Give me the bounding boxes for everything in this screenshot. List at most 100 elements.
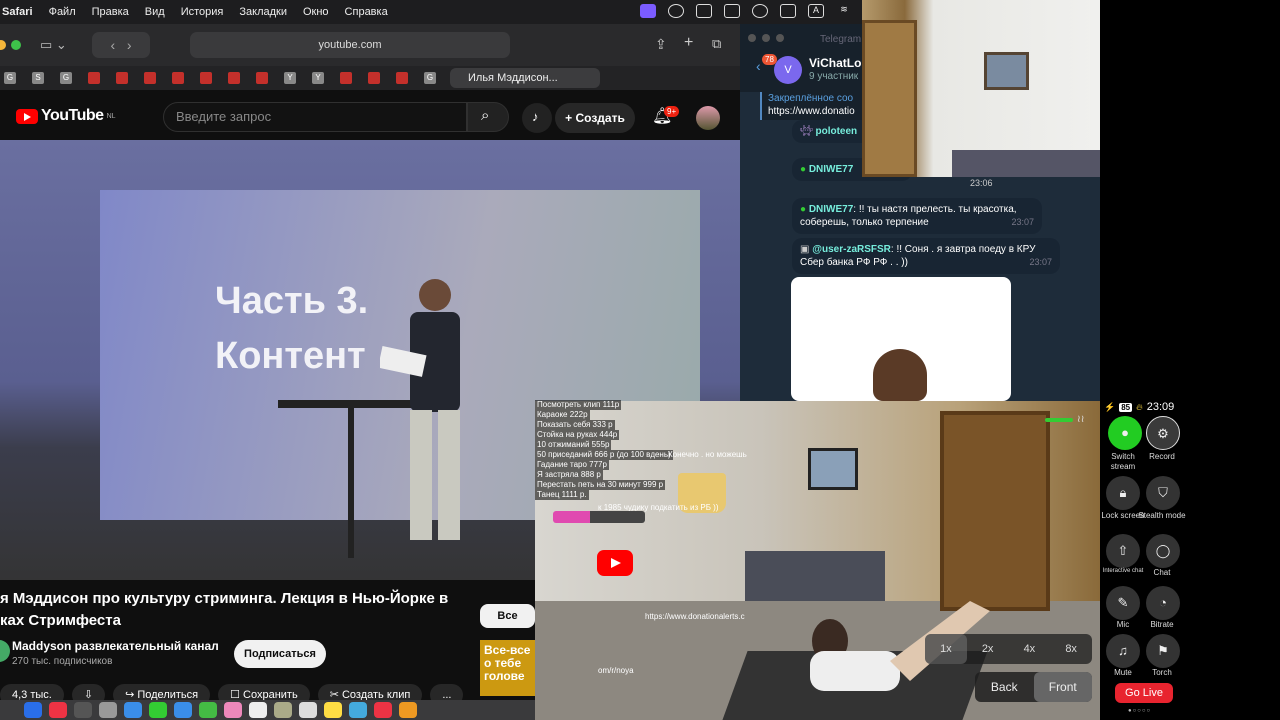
frog-icon[interactable]: ● — [1108, 416, 1142, 450]
menu-help[interactable]: Справка — [345, 6, 388, 18]
display-icon[interactable] — [724, 4, 740, 18]
zoom-option[interactable]: 2x — [967, 634, 1009, 664]
tab-favicon[interactable]: G — [60, 72, 72, 84]
sidebar-toggle-icon[interactable]: ▭ ⌄ — [40, 37, 67, 53]
tab-favicon[interactable]: Y — [284, 72, 296, 84]
tab-favicon[interactable]: G — [424, 72, 436, 84]
tab-youtube-icon[interactable] — [116, 72, 128, 84]
chat-avatar[interactable]: V — [774, 56, 802, 84]
menu-history[interactable]: История — [181, 6, 224, 18]
subscribe-button[interactable]: Подписаться — [234, 640, 326, 668]
window-button[interactable] — [776, 34, 784, 42]
screen-share-icon[interactable] — [640, 4, 656, 18]
tab-youtube-icon[interactable] — [256, 72, 268, 84]
lock-icon[interactable]: 🔒︎ — [1106, 476, 1140, 510]
related-video-thumbnail[interactable]: Все-все о тебе голове — [480, 640, 535, 696]
torch-icon[interactable]: ⚑ — [1146, 634, 1180, 668]
camera-back-option[interactable]: Back — [975, 672, 1034, 702]
messages-icon[interactable] — [149, 702, 167, 718]
tab-youtube-icon[interactable] — [340, 72, 352, 84]
face-sticker — [873, 349, 927, 401]
play-icon[interactable] — [752, 4, 768, 18]
finder-icon[interactable] — [24, 702, 42, 718]
launchpad-icon[interactable] — [99, 702, 117, 718]
zoom-option[interactable]: 8x — [1050, 634, 1092, 664]
camera-selector: Back Front — [975, 672, 1092, 702]
wifi-icon[interactable]: ≋ — [836, 4, 852, 18]
photos-icon[interactable] — [224, 702, 242, 718]
gauge-icon[interactable]: ◔ — [1146, 586, 1180, 620]
tab-youtube-icon[interactable] — [172, 72, 184, 84]
chat-icon[interactable]: ◯ — [1146, 534, 1180, 568]
tab-favicon[interactable]: G — [4, 72, 16, 84]
notes-icon[interactable] — [324, 702, 342, 718]
channel-name[interactable]: Maddyson развлекательный канал — [12, 639, 219, 653]
back-icon[interactable]: ‹ — [756, 58, 761, 74]
menu-window[interactable]: Окно — [303, 6, 329, 18]
tab-youtube-icon[interactable] — [88, 72, 100, 84]
window-button[interactable] — [762, 34, 770, 42]
tab-youtube-icon[interactable] — [144, 72, 156, 84]
chrome-icon[interactable] — [49, 702, 67, 718]
battery-status-icon[interactable] — [696, 4, 712, 18]
active-tab[interactable]: Илья Мэддисон... — [450, 68, 600, 88]
camera-front-option[interactable]: Front — [1033, 672, 1092, 702]
help-icon[interactable] — [74, 702, 92, 718]
stealth-icon[interactable]: ⛉ — [1146, 476, 1180, 510]
window-icon[interactable] — [780, 4, 796, 18]
search-button[interactable]: ⌕ — [467, 102, 509, 132]
minimize-button[interactable] — [0, 40, 6, 50]
input-source-icon[interactable]: A — [808, 4, 824, 18]
tab-youtube-icon[interactable] — [396, 72, 408, 84]
menu-bookmarks[interactable]: Закладки — [239, 6, 287, 18]
create-button[interactable]: + Создать — [555, 103, 635, 133]
status-icon[interactable] — [668, 4, 684, 18]
tab-youtube-icon[interactable] — [368, 72, 380, 84]
youtube-logo[interactable]: YouTube NL — [16, 107, 116, 125]
sticker-image[interactable] — [791, 277, 1011, 401]
safari-icon[interactable] — [124, 702, 142, 718]
chat-title[interactable]: ViChatLog — [809, 56, 869, 70]
signal-icon: ⚡ — [1104, 401, 1116, 412]
upload-icon[interactable]: ⇧ — [1106, 534, 1140, 568]
zoom-button[interactable] — [11, 40, 21, 50]
reminders-icon[interactable] — [299, 702, 317, 718]
share-icon[interactable]: ⇪ — [655, 36, 667, 53]
address-bar[interactable]: youtube.com — [190, 32, 510, 58]
mail-icon[interactable] — [174, 702, 192, 718]
channel-avatar[interactable] — [0, 640, 10, 662]
window-button[interactable] — [748, 34, 756, 42]
zoom-option[interactable]: 4x — [1009, 634, 1051, 664]
overlay-url: https://www.donationalerts.c — [645, 612, 745, 621]
menu-app-name[interactable]: Safari — [2, 6, 33, 18]
tab-youtube-icon[interactable] — [228, 72, 240, 84]
calendar-icon[interactable] — [249, 702, 267, 718]
all-videos-chip[interactable]: Все видео — [480, 604, 535, 628]
voice-search-button[interactable]: ♪ — [522, 103, 552, 133]
freeform-icon[interactable] — [349, 702, 367, 718]
mic-pen-icon[interactable]: ✎ — [1106, 586, 1140, 620]
avatar[interactable] — [696, 106, 720, 130]
search-input[interactable]: Введите запрос — [163, 102, 467, 132]
table-leg — [348, 408, 354, 558]
tab-overview-icon[interactable]: ⧉ — [712, 36, 721, 52]
maps-icon[interactable] — [199, 702, 217, 718]
books-icon[interactable] — [399, 702, 417, 718]
new-tab-icon[interactable]: + — [684, 34, 693, 52]
mic-icon[interactable]: ♫ — [1106, 634, 1140, 668]
menu-edit[interactable]: Правка — [92, 6, 129, 18]
tab-favicon[interactable]: S — [32, 72, 44, 84]
gear-icon[interactable]: ⚙ — [1146, 416, 1180, 450]
chat-message[interactable]: ● DNIWE77: !! ты настя прелесть. ты крас… — [792, 198, 1042, 234]
menu-view[interactable]: Вид — [145, 6, 165, 18]
zoom-option[interactable]: 1x — [925, 634, 967, 664]
menu-file[interactable]: Файл — [49, 6, 76, 18]
chat-message[interactable]: ▣ @user-zaRSFSR: !! Соня . я завтра поед… — [792, 238, 1060, 274]
nav-buttons[interactable]: ‹ › — [92, 32, 150, 58]
go-live-button[interactable]: Go Live — [1115, 683, 1173, 703]
tab-favicon[interactable]: Y — [312, 72, 324, 84]
tab-youtube-icon[interactable] — [200, 72, 212, 84]
youtube-play-icon[interactable] — [597, 550, 633, 576]
music-icon[interactable] — [374, 702, 392, 718]
contacts-icon[interactable] — [274, 702, 292, 718]
